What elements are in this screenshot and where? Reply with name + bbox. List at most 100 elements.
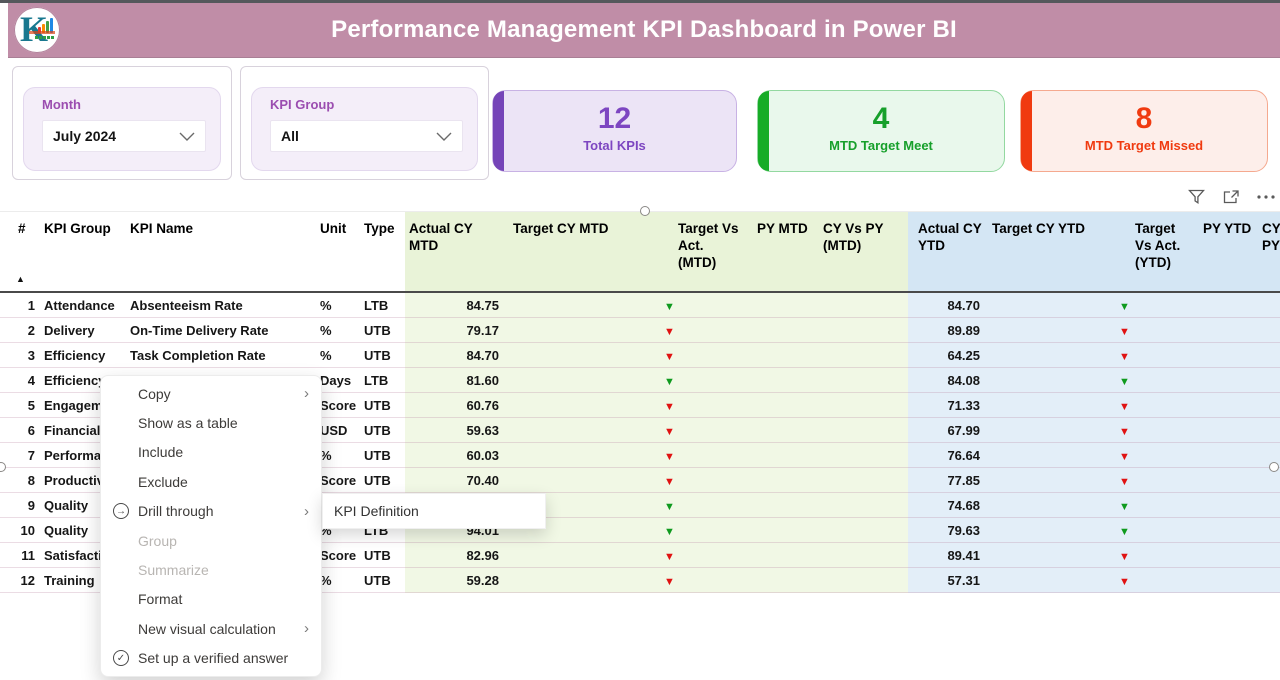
cell-target-vs-act-ytd: ▼ — [1105, 393, 1195, 418]
column-header-target-cy-ytd[interactable]: Target CY YTD — [988, 212, 1105, 293]
table-row[interactable]: 1 Attendance Absenteeism Rate % LTB 84.7… — [0, 293, 1280, 318]
status-arrow-red-icon: ▼ — [1119, 401, 1130, 413]
cell-cy-vs-py-mtd — [815, 368, 908, 393]
cell-py-ytd — [1195, 343, 1258, 368]
table-header-row: # ▲ KPI Group KPI Name Unit Type Actual … — [0, 212, 1280, 293]
column-header-unit[interactable]: Unit — [320, 212, 364, 293]
cell-target-cy-ytd — [988, 568, 1105, 593]
filter-icon[interactable] — [1186, 187, 1206, 207]
cell-kpi-group: Attendance — [42, 293, 130, 318]
cell-target-cy-mtd — [505, 293, 650, 318]
status-arrow-green-icon: ▼ — [1119, 526, 1130, 538]
column-header-target-vs-act-ytd[interactable]: Target Vs Act. (YTD) — [1105, 212, 1195, 293]
selection-handle-top[interactable] — [640, 206, 650, 216]
cell-target-cy-mtd — [505, 468, 650, 493]
kpi-card-mtd-target-missed[interactable]: 8 MTD Target Missed — [1020, 90, 1268, 172]
cell-row-number: 3 — [0, 343, 42, 368]
cell-cy-vs-py-ytd — [1258, 293, 1280, 318]
drill-through-icon: → — [113, 503, 129, 519]
cell-py-mtd — [745, 468, 815, 493]
menu-item-set-up-a-verified-answer[interactable]: ✓ Set up a verified answer › — [101, 644, 321, 673]
cell-target-vs-act-ytd: ▼ — [1105, 518, 1195, 543]
column-header-py-mtd[interactable]: PY MTD — [745, 212, 815, 293]
cell-target-cy-mtd — [505, 343, 650, 368]
cell-target-vs-act-ytd: ▼ — [1105, 343, 1195, 368]
month-dropdown[interactable]: July 2024 — [42, 120, 206, 152]
cell-target-cy-ytd — [988, 443, 1105, 468]
mtd-target-missed-value: 8 — [1021, 103, 1267, 135]
column-header-actual-cy-mtd[interactable]: Actual CY MTD — [405, 212, 505, 293]
card-accent-bar — [493, 91, 504, 171]
cell-target-vs-act-ytd: ▼ — [1105, 418, 1195, 443]
cell-target-cy-ytd — [988, 343, 1105, 368]
kpi-group-dropdown[interactable]: All — [270, 120, 463, 152]
column-header-cy-vs-py-ytd[interactable]: CY Vs PY (YTD) — [1258, 212, 1280, 293]
menu-item-drill-through[interactable]: → Drill through › — [101, 497, 321, 526]
month-dropdown-value: July 2024 — [53, 128, 179, 144]
column-header-type[interactable]: Type — [364, 212, 405, 293]
menu-item-format[interactable]: Format › — [101, 585, 321, 614]
cell-cy-vs-py-mtd — [815, 468, 908, 493]
cell-py-mtd — [745, 518, 815, 543]
menu-item-kpi-definition[interactable]: KPI Definition — [323, 503, 419, 519]
cell-py-ytd — [1195, 543, 1258, 568]
cell-cy-vs-py-mtd — [815, 543, 908, 568]
cell-target-vs-act-mtd: ▼ — [650, 468, 745, 493]
menu-item-summarize: Summarize › — [101, 555, 321, 584]
submenu-chevron-icon: › — [304, 385, 309, 402]
cell-unit: Score — [320, 468, 364, 493]
table-row[interactable]: 3 Efficiency Task Completion Rate % UTB … — [0, 343, 1280, 368]
cell-unit: Score — [320, 393, 364, 418]
cell-py-mtd — [745, 368, 815, 393]
cell-type: UTB — [364, 468, 405, 493]
focus-mode-icon[interactable] — [1221, 187, 1241, 207]
cell-type: LTB — [364, 368, 405, 393]
cell-row-number: 2 — [0, 318, 42, 343]
menu-item-include[interactable]: Include › — [101, 438, 321, 467]
menu-item-show-as-a-table[interactable]: Show as a table › — [101, 408, 321, 437]
kpi-card-mtd-target-meet[interactable]: 4 MTD Target Meet — [757, 90, 1005, 172]
cell-target-cy-ytd — [988, 468, 1105, 493]
cell-type: UTB — [364, 418, 405, 443]
cell-py-ytd — [1195, 393, 1258, 418]
submenu-chevron-icon: › — [304, 620, 309, 637]
cell-target-vs-act-mtd: ▼ — [650, 518, 745, 543]
menu-item-exclude[interactable]: Exclude › — [101, 467, 321, 496]
cell-actual-cy-ytd: 57.31 — [908, 568, 988, 593]
column-header-target-cy-mtd[interactable]: Target CY MTD — [505, 212, 650, 293]
cell-target-vs-act-ytd: ▼ — [1105, 568, 1195, 593]
cell-py-ytd — [1195, 468, 1258, 493]
cell-target-vs-act-mtd: ▼ — [650, 318, 745, 343]
cell-actual-cy-ytd: 89.89 — [908, 318, 988, 343]
cell-py-mtd — [745, 443, 815, 468]
column-header-kpi-group[interactable]: KPI Group — [42, 212, 130, 293]
cell-cy-vs-py-mtd — [815, 393, 908, 418]
cell-kpi-group: Efficiency — [42, 343, 130, 368]
column-header-number[interactable]: # ▲ — [0, 212, 42, 293]
cell-cy-vs-py-mtd — [815, 568, 908, 593]
column-header-kpi-name[interactable]: KPI Name — [130, 212, 320, 293]
table-row[interactable]: 2 Delivery On-Time Delivery Rate % UTB 7… — [0, 318, 1280, 343]
column-header-cy-vs-py-mtd[interactable]: CY Vs PY (MTD) — [815, 212, 908, 293]
menu-item-new-visual-calculation[interactable]: New visual calculation › — [101, 614, 321, 643]
cell-type: UTB — [364, 568, 405, 593]
status-arrow-red-icon: ▼ — [1119, 426, 1130, 438]
kpi-group-slicer-label: KPI Group — [270, 97, 463, 112]
column-header-py-ytd[interactable]: PY YTD — [1195, 212, 1258, 293]
selection-handle-right[interactable] — [1269, 462, 1279, 472]
cell-cy-vs-py-ytd — [1258, 318, 1280, 343]
cell-target-cy-ytd — [988, 543, 1105, 568]
cell-row-number: 1 — [0, 293, 42, 318]
status-arrow-green-icon: ▼ — [1119, 376, 1130, 388]
month-slicer-panel: Month July 2024 — [12, 66, 232, 180]
column-header-actual-cy-ytd[interactable]: Actual CY YTD — [908, 212, 988, 293]
column-header-target-vs-act-mtd[interactable]: Target Vs Act. (MTD) — [650, 212, 745, 293]
cell-actual-cy-ytd: 84.70 — [908, 293, 988, 318]
more-options-icon[interactable] — [1256, 187, 1276, 207]
kpi-card-total-kpis[interactable]: 12 Total KPIs — [492, 90, 737, 172]
cell-unit: % — [320, 318, 364, 343]
cell-py-mtd — [745, 493, 815, 518]
menu-item-copy[interactable]: Copy › — [101, 379, 321, 408]
cell-py-ytd — [1195, 368, 1258, 393]
status-arrow-green-icon: ▼ — [664, 526, 675, 538]
